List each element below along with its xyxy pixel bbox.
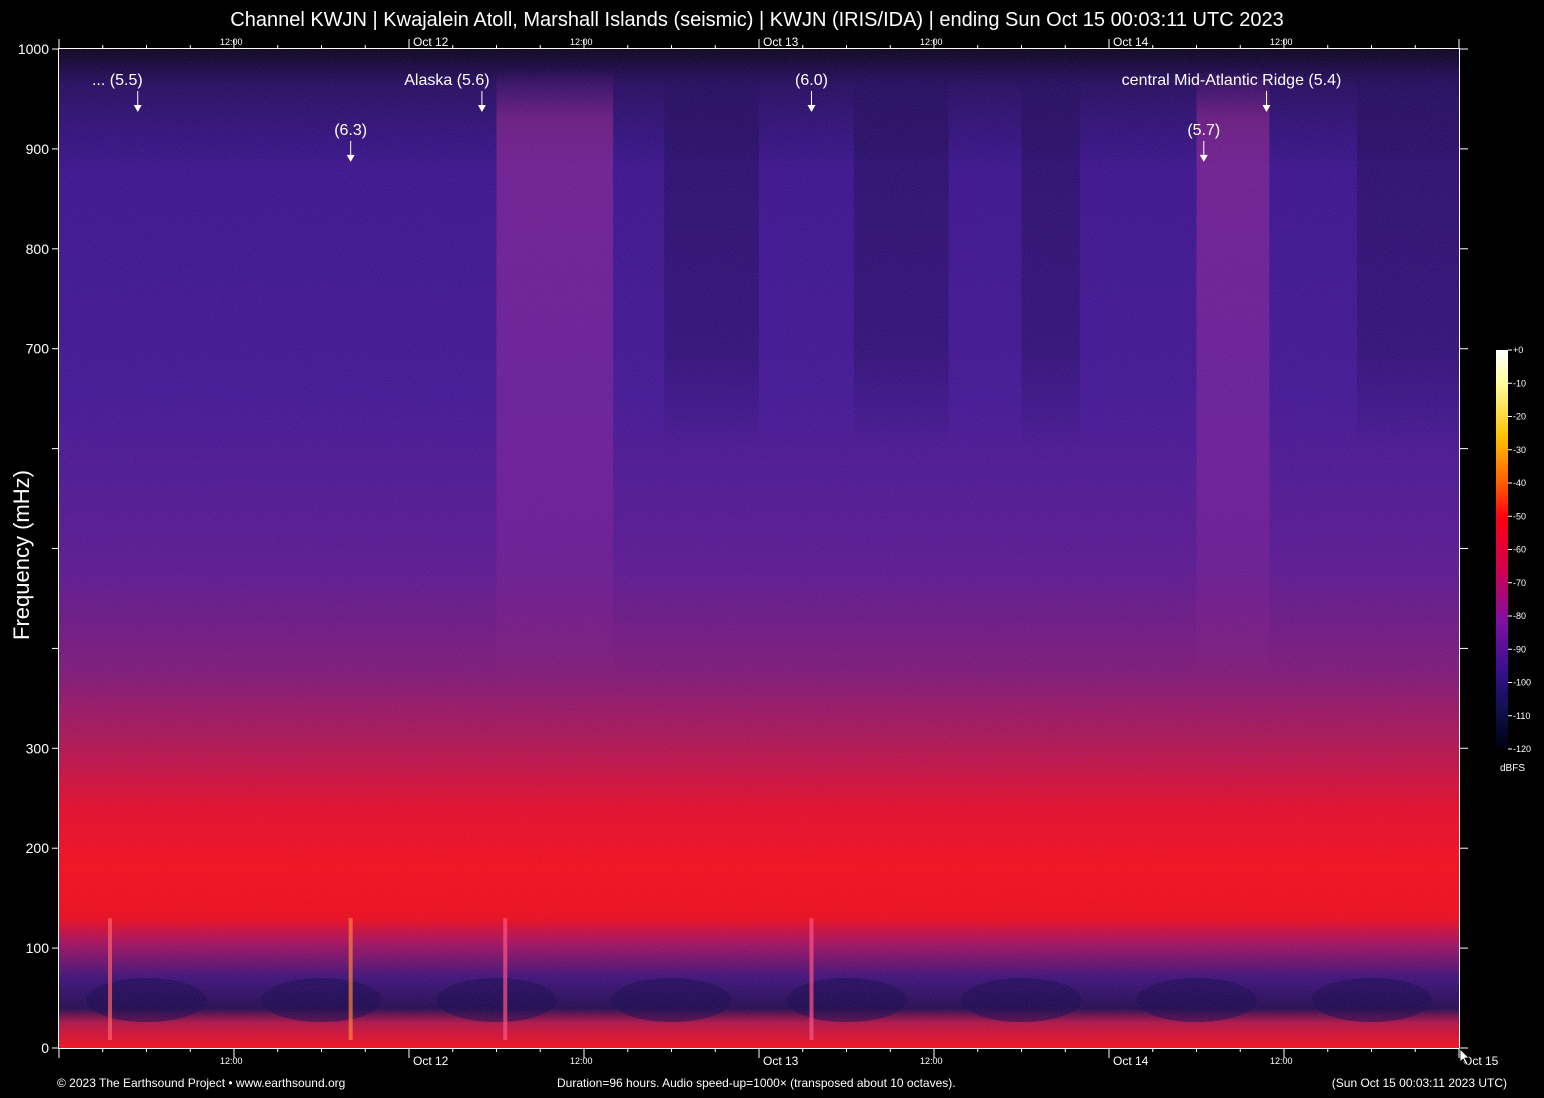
x-tick-label-top: Oct 14 (1113, 35, 1149, 49)
colorbar-gradient (1496, 350, 1508, 749)
colorbar-unit-label: dBFS (1500, 763, 1525, 774)
y-tick-label: 200 (26, 840, 50, 856)
event-annotation-label: (6.0) (795, 72, 828, 89)
y-tick-label: 900 (26, 141, 50, 157)
colorbar-tick-label: -100 (1513, 678, 1531, 688)
y-tick-label: 700 (26, 341, 50, 357)
colorbar-ticks: +0 -10 -20 -30 -40 -50 -60 -70 -80 -90 -100 -110 -12… (1508, 345, 1531, 754)
spectrogram-plot-area (59, 49, 1459, 1048)
event-annotation-label: Alaska (5.6) (404, 72, 489, 89)
x-tick-label-bottom: 12:00 (220, 1056, 243, 1066)
colorbar-tick-label: -50 (1513, 511, 1526, 521)
event-annotation-label: central Mid-Atlantic Ridge (5.4) (1122, 72, 1342, 89)
colorbar-tick-label: -40 (1513, 478, 1526, 488)
event-annotation-label: (6.3) (334, 122, 367, 139)
colorbar-tick-label: -90 (1513, 644, 1526, 654)
x-tick-label-top: 12:00 (220, 37, 243, 47)
x-tick-label-top: 12:00 (920, 37, 943, 47)
footer-duration-note: Duration=96 hours. Audio speed-up=1000× … (557, 1076, 956, 1090)
colorbar-tick-label: -30 (1513, 445, 1526, 455)
x-tick-label-top: Oct 12 (413, 35, 449, 49)
x-tick-label-bottom: Oct 15 (1463, 1054, 1499, 1068)
y-tick-label: 800 (26, 241, 50, 257)
colorbar-tick-label: +0 (1513, 345, 1523, 355)
colorbar-tick-label: -10 (1513, 378, 1526, 388)
colorbar-tick-label: -70 (1513, 578, 1526, 588)
x-tick-label-bottom: 12:00 (920, 1056, 943, 1066)
footer-copyright: © 2023 The Earthsound Project • www.eart… (57, 1076, 346, 1090)
x-tick-label-bottom: Oct 14 (1113, 1054, 1149, 1068)
y-tick-label: 100 (26, 940, 50, 956)
spectrogram-grain (59, 49, 1459, 1048)
y-tick-label: 0 (41, 1040, 49, 1056)
colorbar-tick-label: -80 (1513, 611, 1526, 621)
x-tick-label-bottom: 12:00 (1270, 1056, 1293, 1066)
mouse-cursor-icon (1459, 1048, 1470, 1066)
footer-end-time: (Sun Oct 15 00:03:11 2023 UTC) (1331, 1076, 1507, 1090)
x-tick-label-bottom: 12:00 (570, 1056, 593, 1066)
x-tick-label-top: 12:00 (570, 37, 593, 47)
colorbar-tick-label: -20 (1513, 412, 1526, 422)
event-annotation-label: (5.7) (1187, 122, 1220, 139)
y-tick-label: 1000 (18, 41, 49, 57)
x-tick-label-top: Oct 13 (763, 35, 799, 49)
spectrogram-chart: 0 100 200 300 700 800 900 1000 12:00 12:00 Oct 12… (18, 35, 1531, 1068)
x-tick-label-bottom: Oct 13 (763, 1054, 799, 1068)
x-tick-label-bottom: Oct 12 (413, 1054, 449, 1068)
colorbar-tick-label: -110 (1513, 711, 1530, 721)
x-tick-label-top: 12:00 (1270, 37, 1293, 47)
colorbar-tick-label: -60 (1513, 545, 1526, 555)
colorbar: +0 -10 -20 -30 -40 -50 -60 -70 -80 -90 -100 -110 -12… (1496, 345, 1531, 774)
y-tick-label: 300 (26, 740, 50, 756)
colorbar-tick-label: -120 (1513, 744, 1531, 754)
event-annotation-label: ... (5.5) (92, 72, 143, 89)
